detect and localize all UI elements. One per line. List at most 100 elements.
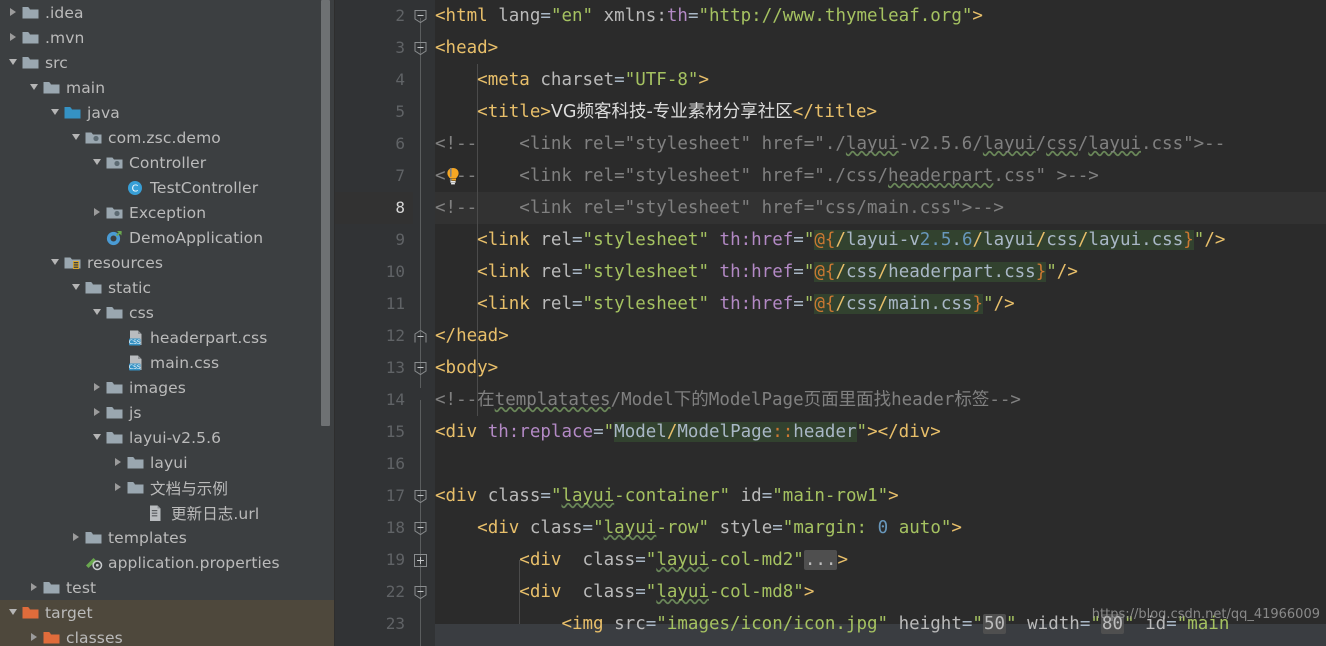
folder-gray [126, 475, 146, 500]
tree-item-controller[interactable]: Controller [0, 150, 335, 175]
chevron-right-icon[interactable] [29, 625, 42, 646]
tree-item-static[interactable]: static [0, 275, 335, 300]
chevron-down-icon[interactable] [92, 150, 105, 175]
chevron-right-icon[interactable] [92, 200, 105, 225]
tree-item-label: main [66, 78, 106, 97]
chevron-down-icon[interactable] [71, 125, 84, 150]
fold-collapse-icon[interactable] [414, 360, 427, 376]
tree-item-classes[interactable]: classes [0, 625, 335, 646]
tree-item-label: com.zsc.demo [108, 128, 221, 147]
chevron-right-icon[interactable] [113, 475, 126, 500]
tree-item-java[interactable]: java [0, 100, 335, 125]
tree-item-layui[interactable]: layui [0, 450, 335, 475]
fold-collapse-icon[interactable] [414, 8, 427, 24]
line-number-10: 10 [385, 262, 405, 281]
folder-resources [63, 250, 83, 275]
line-number-23: 23 [385, 614, 405, 633]
code-line-5[interactable]: <title>VG频客科技-专业素材分享社区</title> [435, 96, 877, 128]
tree-item-exception[interactable]: Exception [0, 200, 335, 225]
project-tree-scrollbar[interactable] [321, 0, 330, 426]
tree-item-label: TestController [150, 178, 259, 197]
tree-item-target[interactable]: target [0, 600, 335, 625]
code-line-18[interactable]: <div class="layui-row" style="margin: 0 … [435, 512, 962, 544]
tree-item-application.properties[interactable]: application.properties [0, 550, 335, 575]
line-number-7: 7 [395, 166, 405, 185]
chevron-down-icon[interactable] [50, 250, 63, 275]
tree-item-demoapplication[interactable]: DemoApplication [0, 225, 335, 250]
chevron-right-icon[interactable] [8, 25, 21, 50]
tree-item-label: src [45, 53, 68, 72]
tree-item-main[interactable]: main [0, 75, 335, 100]
tree-item-label: layui [150, 453, 188, 472]
code-line-10[interactable]: <link rel="stylesheet" th:href="@{/css/h… [435, 256, 1078, 288]
tree-item--.url[interactable]: 更新日志.url [0, 500, 335, 525]
code-line-7[interactable]: <!-- <link rel="stylesheet" href="./css/… [435, 160, 1099, 192]
chevron-right-icon[interactable] [113, 450, 126, 475]
code-line-11[interactable]: <link rel="stylesheet" th:href="@{/css/m… [435, 288, 1015, 320]
code-line-8[interactable]: <!-- <link rel="stylesheet" href="css/ma… [435, 192, 1004, 224]
project-tree-panel[interactable]: .idea .mvn src main java com.zsc.demo Co… [0, 0, 335, 646]
fold-expand-icon[interactable] [414, 552, 427, 567]
chevron-down-icon[interactable] [8, 600, 21, 625]
chevron-right-icon[interactable] [71, 525, 84, 550]
code-line-3[interactable]: <head> [435, 32, 498, 64]
chevron-down-icon[interactable] [71, 275, 84, 300]
tree-item-headerpart.css[interactable]: CSS headerpart.css [0, 325, 335, 350]
tree-item-label: 文档与示例 [150, 479, 229, 498]
folder-gray [21, 50, 41, 75]
code-editor[interactable]: 2 3 4 5 6 7 8 9 10 11 12 13 14 15 16 17 18 19 22 23 <html l… [335, 0, 1326, 646]
code-line-6[interactable]: <!-- <link rel="stylesheet" href="./layu… [435, 128, 1225, 160]
tree-item-com.zsc.demo[interactable]: com.zsc.demo [0, 125, 335, 150]
chevron-down-icon[interactable] [29, 75, 42, 100]
tree-item-.mvn[interactable]: .mvn [0, 25, 335, 50]
chevron-down-icon[interactable] [8, 50, 21, 75]
tree-item-images[interactable]: images [0, 375, 335, 400]
tree-item-label: js [129, 403, 142, 422]
tree-item-label: classes [66, 628, 123, 646]
code-line-14[interactable]: <!--在templatates/Model下的ModelPage页面里面找he… [435, 384, 1021, 416]
fold-end-icon[interactable] [414, 328, 427, 343]
chevron-down-icon[interactable] [92, 300, 105, 325]
tree-item-label: java [87, 103, 120, 122]
folder-gray [105, 400, 125, 425]
tree-item-label: application.properties [108, 553, 280, 572]
chevron-right-icon[interactable] [29, 575, 42, 600]
code-line-19[interactable]: <div class="layui-col-md2"...> [435, 544, 848, 576]
chevron-right-icon[interactable] [92, 400, 105, 425]
tree-item-label: headerpart.css [150, 328, 268, 347]
code-line-22[interactable]: <div class="layui-col-md8"> [435, 576, 814, 608]
tree-item-testcontroller[interactable]: C TestController [0, 175, 335, 200]
folder-gray [21, 0, 41, 25]
tree-item-src[interactable]: src [0, 50, 335, 75]
tree-item-test[interactable]: test [0, 575, 335, 600]
fold-collapse-icon[interactable] [414, 584, 427, 600]
chevron-right-icon[interactable] [8, 0, 21, 25]
tree-item-templates[interactable]: templates [0, 525, 335, 550]
tree-item-.idea[interactable]: .idea [0, 0, 335, 25]
line-number-18: 18 [385, 518, 405, 537]
tree-item-label: layui-v2.5.6 [129, 428, 222, 447]
chevron-right-icon[interactable] [92, 375, 105, 400]
code-line-2[interactable]: <html lang="en" xmlns:th="http://www.thy… [435, 0, 983, 32]
tree-item-resources[interactable]: resources [0, 250, 335, 275]
code-folding-column[interactable] [413, 0, 435, 646]
code-line-4[interactable]: <meta charset="UTF-8"> [435, 64, 709, 96]
line-number-8: 8 [395, 198, 405, 217]
tree-item-js[interactable]: js [0, 400, 335, 425]
tree-item-main.css[interactable]: CSS main.css [0, 350, 335, 375]
fold-collapse-icon[interactable] [414, 488, 427, 504]
chevron-down-icon[interactable] [92, 425, 105, 450]
line-number-19: 19 [385, 550, 405, 569]
code-line-17[interactable]: <div class="layui-container" id="main-ro… [435, 480, 899, 512]
fold-collapse-icon[interactable] [414, 520, 427, 536]
tree-item-layui-v2.5.6[interactable]: layui-v2.5.6 [0, 425, 335, 450]
code-line-15[interactable]: <div th:replace="Model/ModelPage::header… [435, 416, 941, 448]
code-line-12[interactable]: </head> [435, 320, 509, 352]
chevron-down-icon[interactable] [50, 100, 63, 125]
code-line-9[interactable]: <link rel="stylesheet" th:href="@{/layui… [435, 224, 1225, 256]
code-line-13[interactable]: <body> [435, 352, 498, 384]
tree-item-css[interactable]: css [0, 300, 335, 325]
fold-collapse-icon[interactable] [414, 40, 427, 56]
tree-item--[interactable]: 文档与示例 [0, 475, 335, 500]
